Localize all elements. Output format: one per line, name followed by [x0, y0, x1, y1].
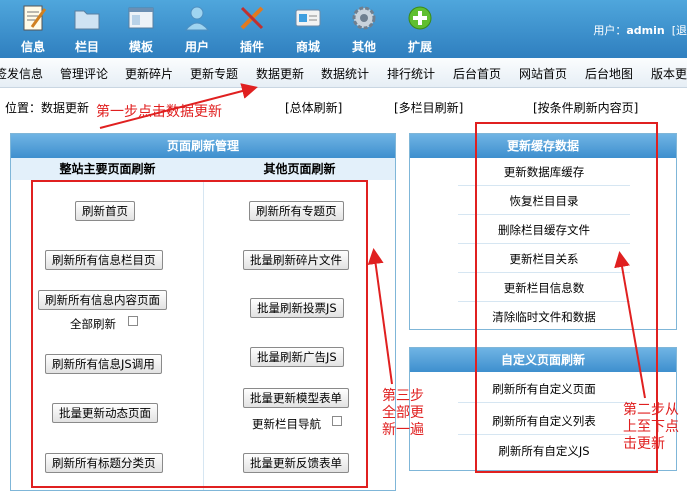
step3-arrow: [367, 248, 393, 385]
step1-arrow: [99, 83, 258, 129]
step2-arrow: [614, 251, 646, 399]
annotation-arrows: [99, 83, 646, 399]
